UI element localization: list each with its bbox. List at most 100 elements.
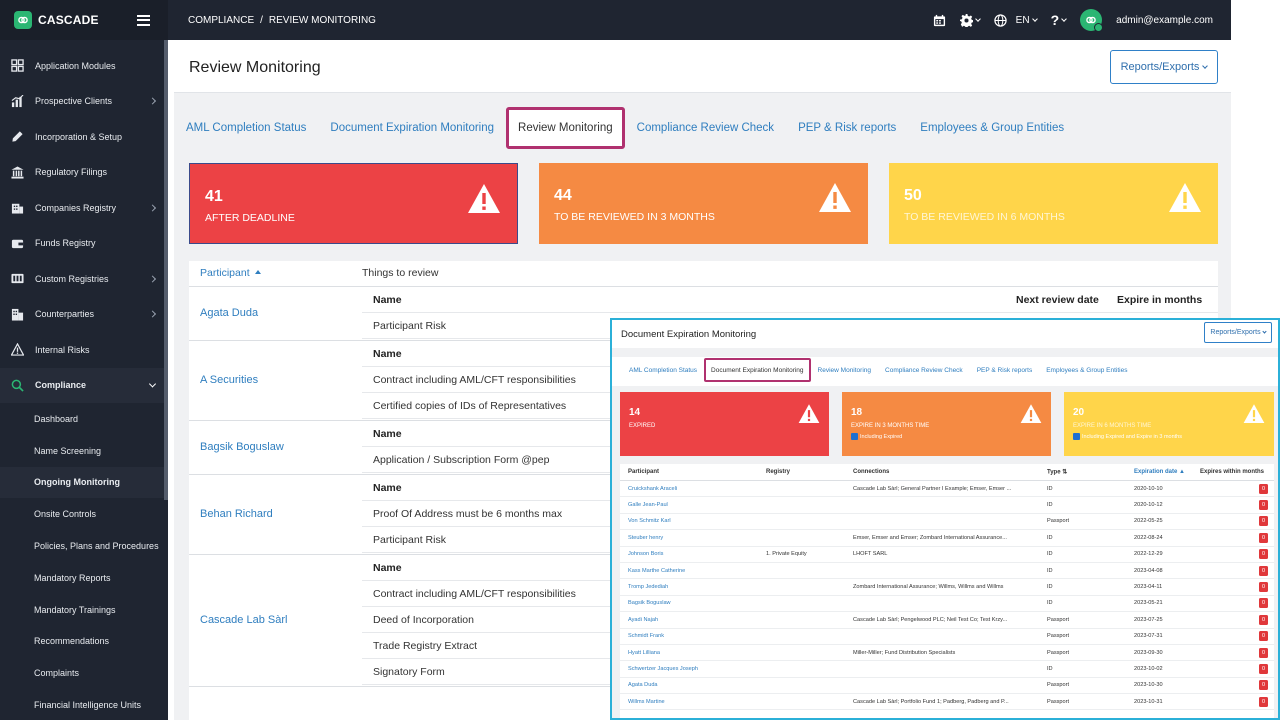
sidebar-subitem-ongoing-monitoring[interactable]: Ongoing Monitoring xyxy=(0,466,168,499)
panel-card-expired[interactable]: 14 EXPIRED xyxy=(620,392,829,456)
sidebar-subitem-complaints[interactable]: Complaints xyxy=(0,657,168,689)
sidebar-item-compliance[interactable]: Compliance xyxy=(0,367,168,403)
tab-aml-completion-status[interactable]: AML Completion Status xyxy=(174,108,318,148)
summary-card-to-be-reviewed-in-6-months[interactable]: 50 TO BE REVIEWED IN 6 MONTHS xyxy=(889,163,1218,244)
sidebar-subitem-onsite-controls[interactable]: Onsite Controls xyxy=(0,498,168,530)
avatar[interactable] xyxy=(1080,9,1104,32)
summary-card-after-deadline[interactable]: 41 AFTER DEADLINE xyxy=(189,163,518,244)
panel-title: Document Expiration Monitoring xyxy=(621,329,757,340)
settings-menu[interactable] xyxy=(959,13,981,27)
tab-document-expiration-monitoring[interactable]: Document Expiration Monitoring xyxy=(318,108,506,148)
hamburger-menu-icon[interactable] xyxy=(137,14,150,26)
column-header-expiration-date[interactable]: Expiration date ▲ xyxy=(1134,469,1185,475)
reports-exports-button[interactable]: Reports/Exports xyxy=(1110,50,1218,84)
participant-link[interactable]: Bagsik Boguslaw xyxy=(200,441,284,453)
sidebar-item-counterparties[interactable]: Counterparties xyxy=(0,297,168,333)
participant-link[interactable]: Behan Richard xyxy=(200,508,273,520)
column-header-expires-within-months[interactable]: Expires within months xyxy=(1200,469,1264,475)
panel-card-expire-in-3-months-time[interactable]: 18 EXPIRE IN 3 MONTHS TIME Including Expir… xyxy=(842,392,1051,456)
type-cell: Passport xyxy=(1047,518,1070,525)
sidebar-subitem-dashboard[interactable]: Dashboard xyxy=(0,403,168,435)
expiration-date-cell: 2023-10-30 xyxy=(1134,682,1163,689)
column-header-type[interactable]: Type ⇅ xyxy=(1047,469,1067,476)
participant-link[interactable]: Bagsik Boguslaw xyxy=(628,600,671,606)
participant-link[interactable]: Schwertzer Jacques Joseph xyxy=(628,666,698,672)
language-menu[interactable]: EN xyxy=(993,13,1038,27)
table-row: Von Schmitz Karl Passport 2022-05-25 0 xyxy=(620,514,1274,531)
sidebar-subitem-name-screening[interactable]: Name Screening xyxy=(0,435,168,467)
sidebar-subitem-recommendations[interactable]: Recommendations xyxy=(0,626,168,658)
sidebar-subitem-policies-plans-and-procedures[interactable]: Policies, Plans and Procedures xyxy=(0,530,168,562)
tab-pep-risk-reports[interactable]: PEP & Risk reports xyxy=(786,108,908,148)
connections-cell: Cascade Lab Sàrl; Portfolio Fund 1; Padb… xyxy=(853,698,1009,705)
participant-link[interactable]: Galle Jean-Paul xyxy=(628,502,668,508)
sidebar-item-internal-risks[interactable]: Internal Risks xyxy=(0,332,168,368)
table-row: Johnson Boris 1. Private Equity LHOFT SARL… xyxy=(620,547,1274,563)
sidebar-subitem-mandatory-reports[interactable]: Mandatory Reports xyxy=(0,562,168,594)
panel-reports-exports-button[interactable]: Reports/Exports xyxy=(1204,322,1272,343)
sidebar-item-incorporation-setup[interactable]: Incorporation & Setup xyxy=(0,119,168,155)
column-header-registry[interactable]: Registry xyxy=(766,469,790,475)
help-menu[interactable]: ? xyxy=(1051,12,1067,28)
participant-link[interactable]: Kass Marthe Catherine xyxy=(628,568,685,574)
connections-cell: Miller-Miller; Fund Distribution Special… xyxy=(853,649,956,656)
sidebar-item-funds-registry[interactable]: Funds Registry xyxy=(0,226,168,262)
tab-review-monitoring[interactable]: Review Monitoring xyxy=(506,107,625,149)
user-email[interactable]: admin@example.com xyxy=(1116,15,1213,26)
expires-months-badge: 0 xyxy=(1259,614,1268,625)
card-count: 14 xyxy=(629,407,641,418)
participant-link[interactable]: Tromp Jedediah xyxy=(628,584,668,590)
participant-link[interactable]: Cruickshank Araceli xyxy=(628,486,677,492)
breadcrumb-compliance[interactable]: COMPLIANCE xyxy=(188,15,254,26)
expiration-date-cell: 2023-05-21 xyxy=(1134,600,1163,607)
panel-reports-exports-label: Reports/Exports xyxy=(1210,329,1261,336)
participant-link[interactable]: Hyatt Lilliana xyxy=(628,650,660,656)
participant-link[interactable]: Von Schmitz Karl xyxy=(628,518,671,524)
sidebar-subitem-financial-intelligence-units[interactable]: Financial Intelligence Units xyxy=(0,689,168,721)
sidebar-item-custom-registries[interactable]: Custom Registries xyxy=(0,261,168,297)
participant-link[interactable]: Johnson Boris xyxy=(628,551,663,557)
panel-tab-review-monitoring[interactable]: Review Monitoring xyxy=(811,367,878,374)
participant-column-header[interactable]: Participant xyxy=(200,267,261,279)
sidebar-item-prospective-clients[interactable]: Prospective Clients xyxy=(0,84,168,120)
name-column-header: Name xyxy=(373,427,402,440)
expires-months-badge: 0 xyxy=(1259,598,1268,609)
sidebar-item-regulatory-filings[interactable]: Regulatory Filings xyxy=(0,155,168,191)
calendar-icon[interactable] xyxy=(933,14,946,27)
tab-employees-group-entities[interactable]: Employees & Group Entities xyxy=(908,108,1076,148)
participant-link[interactable]: Willms Martine xyxy=(628,699,665,705)
warning-icon xyxy=(818,181,852,215)
table-row: Bagsik Boguslaw ID 2023-05-21 0 xyxy=(620,596,1274,613)
sidebar-item-application-modules[interactable]: Application Modules xyxy=(0,48,168,84)
participant-link[interactable]: Agata Duda xyxy=(628,682,658,688)
panel-tab-compliance-review-check[interactable]: Compliance Review Check xyxy=(878,367,970,374)
table-header: Participant Things to review xyxy=(189,261,1218,287)
sidebar-item-companies-registry[interactable]: Companies Registry xyxy=(0,190,168,226)
column-header-participant[interactable]: Participant xyxy=(628,469,659,475)
sidebar-subitem-mandatory-trainings[interactable]: Mandatory Trainings xyxy=(0,594,168,626)
column-header-connections[interactable]: Connections xyxy=(853,469,889,475)
table-row: Steuber henry Emser, Emser and Emser; Zom… xyxy=(620,530,1274,547)
summary-card-to-be-reviewed-in-3-months[interactable]: 44 TO BE REVIEWED IN 3 MONTHS xyxy=(539,163,868,244)
panel-tab-document-expiration-monitoring[interactable]: Document Expiration Monitoring xyxy=(704,358,811,382)
language-label: EN xyxy=(1015,14,1030,26)
participant-link[interactable]: Ayadi Najah xyxy=(628,617,658,623)
include-checkbox[interactable]: Including Expired and Expire in 3 months xyxy=(1073,433,1182,440)
sidebar-scrollbar[interactable] xyxy=(164,40,168,500)
participant-link[interactable]: Cascade Lab Sàrl xyxy=(200,614,287,626)
expiration-date-cell: 2023-10-31 xyxy=(1134,698,1163,705)
include-checkbox[interactable]: Including Expired xyxy=(851,433,902,440)
panel-tab-employees-group-entities[interactable]: Employees & Group Entities xyxy=(1039,367,1134,374)
card-count: 41 xyxy=(205,188,223,205)
name-column-header: Name xyxy=(373,293,402,306)
participant-link[interactable]: Steuber henry xyxy=(628,535,663,541)
expiration-date-cell: 2023-09-30 xyxy=(1134,649,1163,656)
panel-card-expire-in-6-months-time[interactable]: 20 EXPIRE IN 6 MONTHS TIME Including Expir… xyxy=(1064,392,1274,456)
participant-link[interactable]: Schmidt Frank xyxy=(628,633,664,639)
tab-compliance-review-check[interactable]: Compliance Review Check xyxy=(625,108,786,148)
participant-link[interactable]: Agata Duda xyxy=(200,307,258,319)
panel-tab-aml-completion-status[interactable]: AML Completion Status xyxy=(622,367,704,374)
participant-link[interactable]: A Securities xyxy=(200,374,258,386)
panel-tab-pep-risk-reports[interactable]: PEP & Risk reports xyxy=(970,367,1040,374)
building-icon xyxy=(11,201,24,214)
